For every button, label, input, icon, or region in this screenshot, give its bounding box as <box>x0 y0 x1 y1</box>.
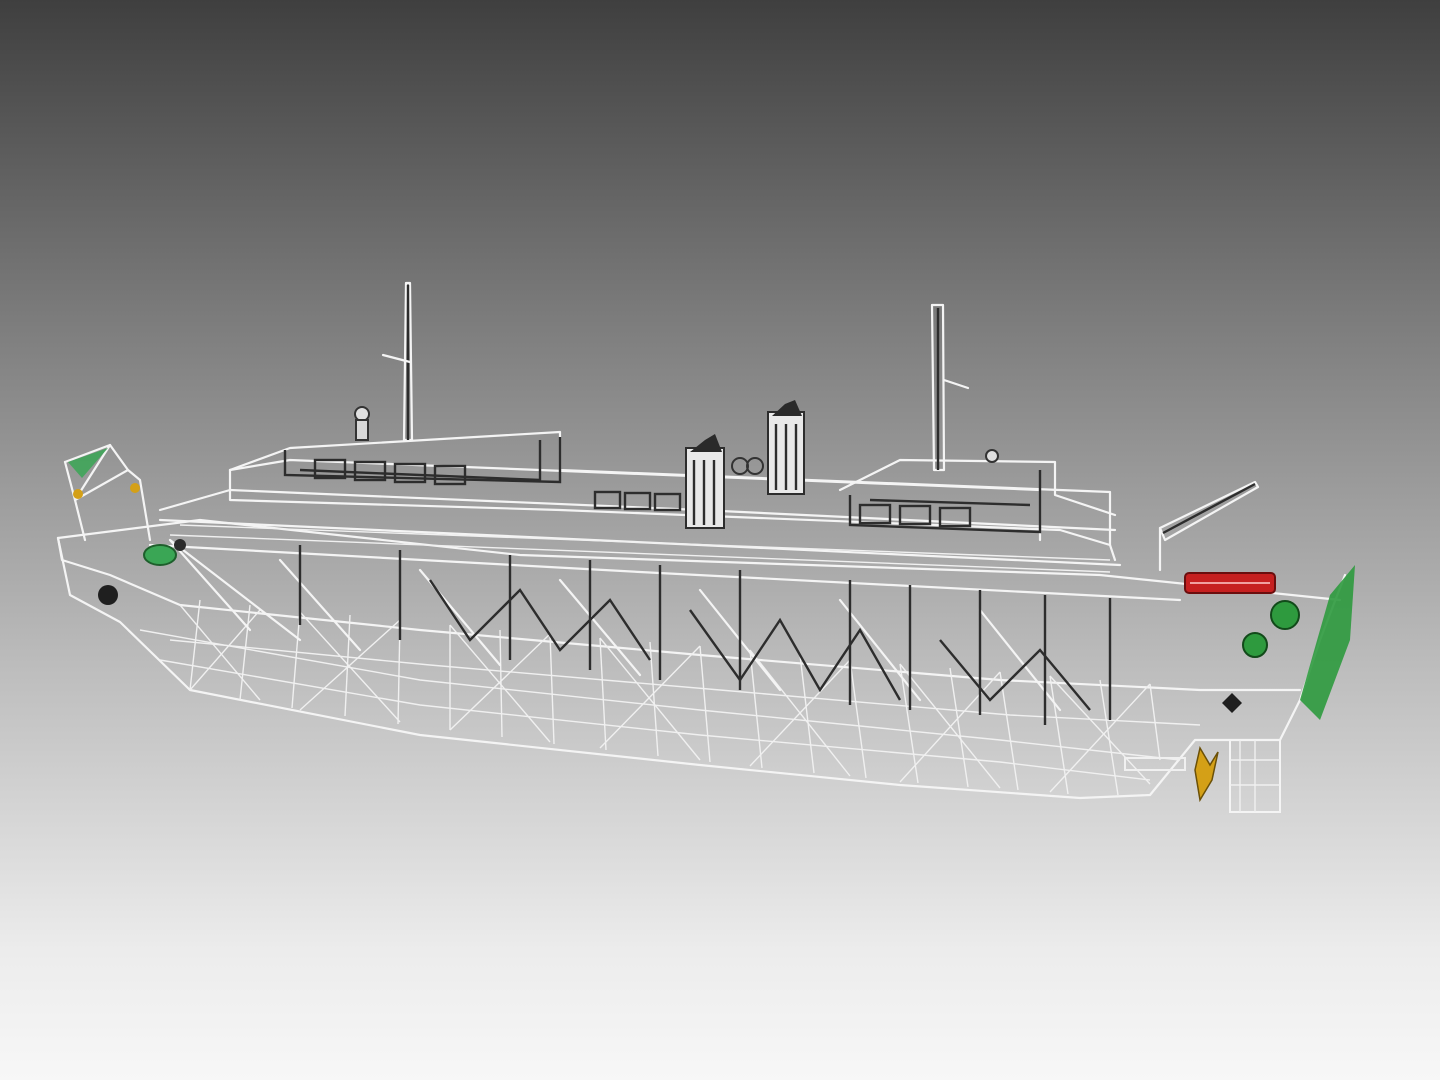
fore-mast[interactable] <box>381 281 414 442</box>
propeller[interactable] <box>1194 745 1219 803</box>
funnel-port[interactable] <box>685 434 725 529</box>
funnel-starboard[interactable] <box>767 400 805 495</box>
rudder[interactable] <box>1229 739 1281 813</box>
deck-machinery <box>354 406 999 475</box>
bow-gantry[interactable] <box>63 443 152 542</box>
3d-viewport[interactable] <box>0 0 1440 1080</box>
aft-mast[interactable] <box>930 303 970 472</box>
hull[interactable] <box>56 518 1347 800</box>
liferaft[interactable] <box>1184 572 1276 594</box>
superstructure[interactable] <box>158 430 1122 573</box>
bow-winch[interactable] <box>98 539 186 605</box>
crane-boom[interactable] <box>1158 480 1260 572</box>
ship-wireframe-model[interactable] <box>0 0 1440 1080</box>
